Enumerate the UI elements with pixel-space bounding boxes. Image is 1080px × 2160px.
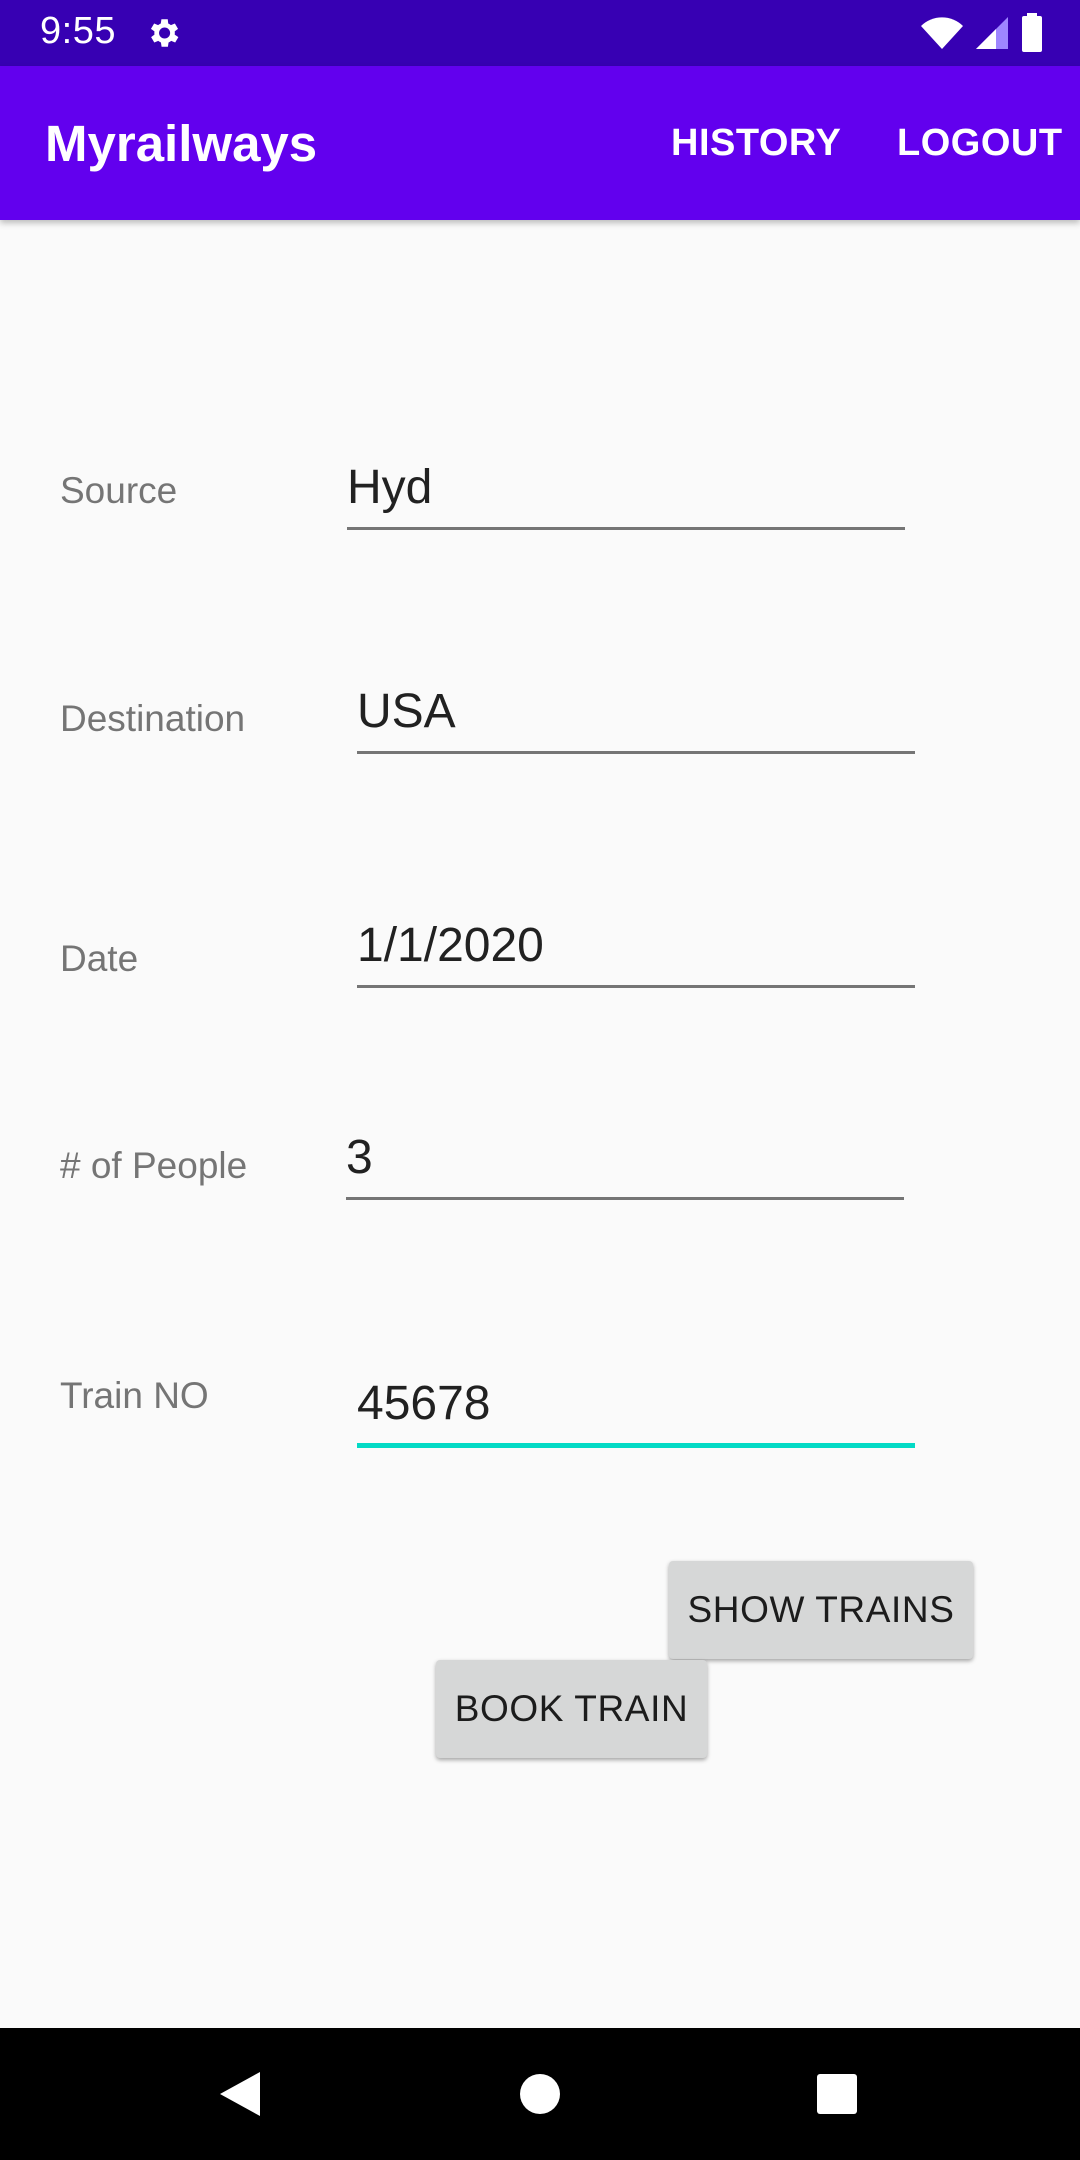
train-no-field[interactable]: 45678	[357, 1374, 915, 1448]
app-title: Myrailways	[45, 115, 318, 172]
people-label: # of People	[60, 1145, 248, 1186]
train-no-label: Train NO	[60, 1375, 209, 1416]
back-icon[interactable]	[218, 2070, 262, 2118]
date-value: 1/1/2020	[357, 919, 544, 972]
source-label: Source	[60, 470, 178, 511]
logout-button[interactable]: LOGOUT	[897, 122, 1063, 165]
status-time: 9:55	[40, 10, 116, 52]
recents-icon[interactable]	[817, 2074, 857, 2114]
date-label: Date	[60, 938, 139, 979]
people-field[interactable]: 3	[346, 1126, 904, 1200]
status-icons	[920, 12, 1044, 54]
history-button[interactable]: HISTORY	[671, 122, 841, 165]
signal-icon	[976, 17, 1008, 49]
navigation-bar	[0, 2028, 1080, 2160]
source-field[interactable]: Hyd	[347, 456, 905, 530]
date-field[interactable]: 1/1/2020	[357, 914, 915, 988]
gear-icon	[150, 19, 179, 47]
book-train-button[interactable]: BOOK TRAIN	[436, 1660, 707, 1758]
app-bar: Myrailways HISTORY LOGOUT	[0, 66, 1080, 220]
people-value: 3	[346, 1131, 373, 1184]
train-no-value: 45678	[357, 1377, 491, 1430]
destination-field[interactable]: USA	[357, 680, 915, 754]
destination-value: USA	[357, 685, 456, 738]
show-trains-button[interactable]: SHOW TRAINS	[669, 1561, 973, 1659]
status-bar: 9:55	[0, 0, 1080, 66]
battery-icon	[1022, 13, 1042, 52]
destination-label: Destination	[60, 698, 246, 739]
wifi-icon	[921, 17, 963, 49]
source-value: Hyd	[347, 461, 433, 514]
home-icon[interactable]	[520, 2074, 560, 2114]
